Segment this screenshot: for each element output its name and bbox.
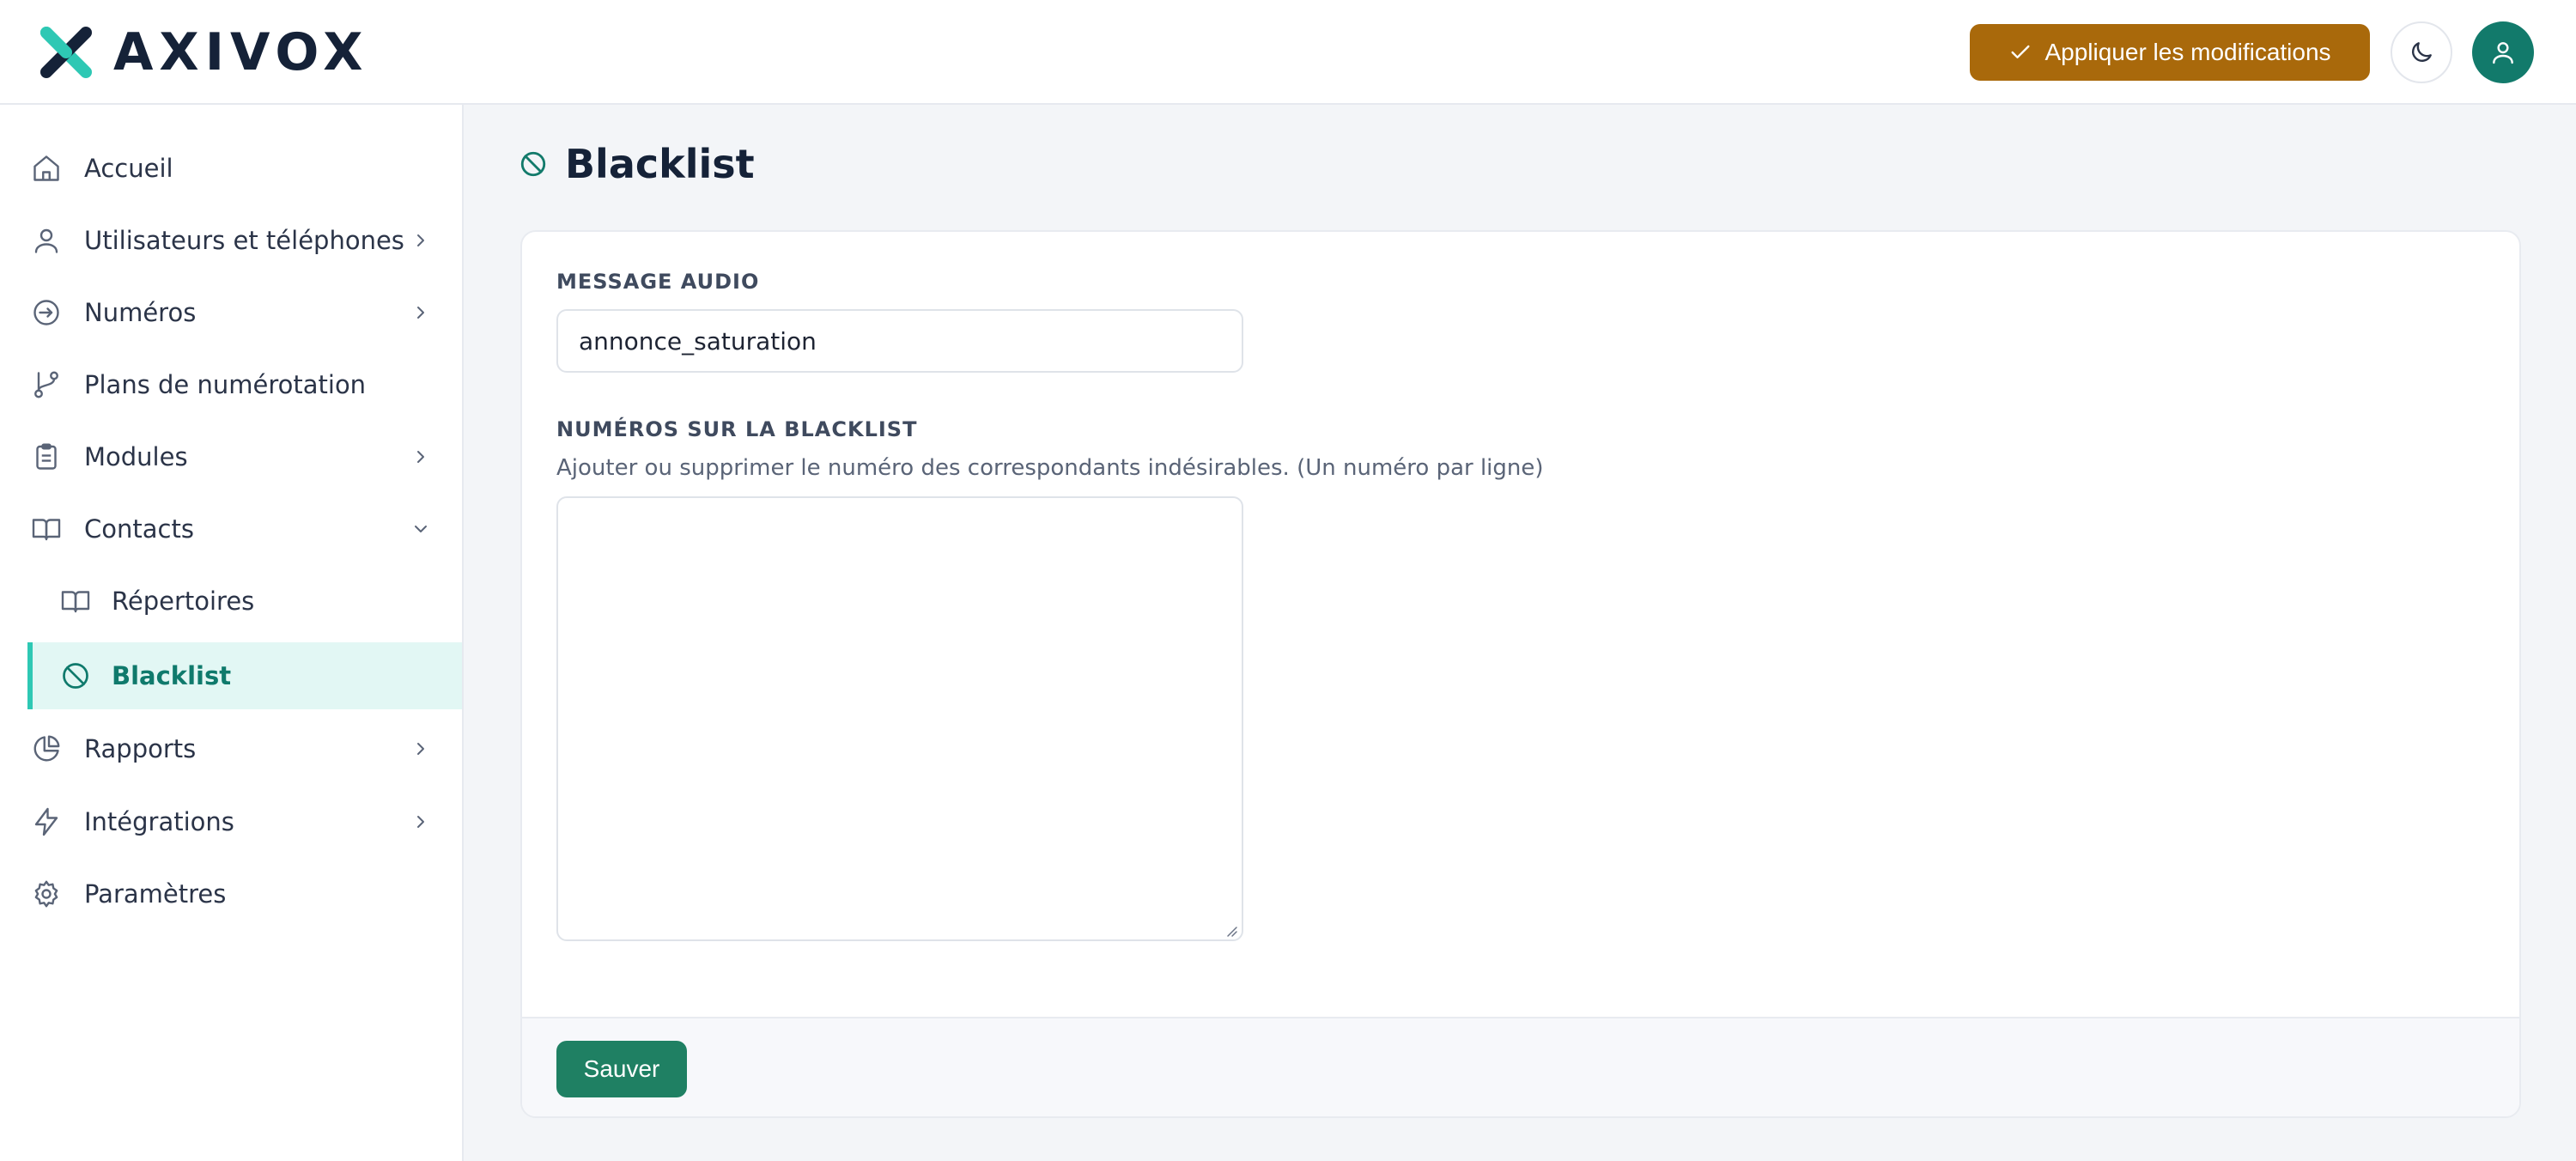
ban-icon (520, 151, 546, 177)
chevron-right-icon (410, 230, 431, 251)
pie-chart-icon (31, 733, 62, 764)
sidebar-item-label: Utilisateurs et téléphones (84, 226, 404, 255)
sidebar-item-repertoires[interactable]: Répertoires (0, 567, 462, 635)
theme-toggle-button[interactable] (2391, 21, 2452, 83)
moon-icon (2412, 42, 2432, 62)
arrow-circle-icon (31, 297, 62, 328)
chevron-right-icon (410, 739, 431, 759)
blacklist-form-card: MESSAGE AUDIO NUMÉROS SUR LA BLACKLIST A… (520, 230, 2521, 1118)
clipboard-icon (31, 441, 62, 472)
git-branch-icon (31, 369, 62, 400)
sidebar: Accueil Utilisateurs et téléphones Numér… (0, 105, 464, 1161)
gear-icon (31, 878, 62, 909)
sidebar-item-contacts[interactable]: Contacts (0, 495, 462, 563)
sidebar-item-modules[interactable]: Modules (0, 422, 462, 491)
sidebar-item-label: Paramètres (84, 879, 227, 909)
sidebar-item-label: Contacts (84, 514, 194, 544)
user-icon (31, 225, 62, 256)
sidebar-item-label: Accueil (84, 154, 173, 183)
sidebar-item-parametres[interactable]: Paramètres (0, 860, 462, 928)
resize-handle-icon[interactable] (1224, 924, 1238, 938)
sidebar-item-utilisateurs[interactable]: Utilisateurs et téléphones (0, 206, 462, 275)
audio-message-label: MESSAGE AUDIO (556, 270, 760, 294)
form-footer: Sauver (522, 1017, 2519, 1116)
sidebar-item-label: Modules (84, 442, 188, 471)
sidebar-item-label: Intégrations (84, 807, 234, 836)
page-header: Blacklist (519, 137, 755, 191)
blacklist-numbers-help: Ajouter ou supprimer le numéro des corre… (556, 455, 1544, 481)
check-icon (2011, 45, 2030, 59)
logo-text: AXIVOX (113, 22, 369, 82)
home-icon (31, 153, 62, 184)
sidebar-item-numeros[interactable]: Numéros (0, 278, 462, 347)
book-open-icon (60, 586, 91, 617)
sidebar-item-blacklist[interactable]: Blacklist (27, 642, 462, 709)
logo[interactable]: AXIVOX (38, 24, 369, 81)
page-title: Blacklist (565, 141, 755, 187)
blacklist-numbers-textarea[interactable] (556, 496, 1243, 941)
user-avatar-button[interactable] (2472, 21, 2534, 83)
user-icon (2493, 42, 2513, 64)
sidebar-item-label: Plans de numérotation (84, 370, 367, 399)
top-header: AXIVOX Appliquer les modifications (0, 0, 2576, 105)
chevron-right-icon (410, 302, 431, 323)
lightning-icon (31, 806, 62, 837)
sidebar-item-accueil[interactable]: Accueil (0, 134, 462, 203)
sidebar-item-plans-numerotation[interactable]: Plans de numérotation (0, 350, 462, 419)
blacklist-numbers-label: NUMÉROS SUR LA BLACKLIST (556, 417, 918, 441)
chevron-right-icon (410, 447, 431, 467)
sidebar-item-label: Blacklist (112, 661, 232, 690)
sidebar-item-integrations[interactable]: Intégrations (0, 787, 462, 856)
save-button[interactable]: Sauver (556, 1041, 687, 1097)
sidebar-item-label: Rapports (84, 734, 197, 763)
chevron-right-icon (410, 811, 431, 832)
chevron-down-icon (410, 519, 431, 539)
sidebar-item-label: Répertoires (112, 587, 255, 616)
apply-changes-label: Appliquer les modifications (2044, 39, 2331, 65)
ban-icon (60, 660, 91, 691)
book-open-icon (31, 514, 62, 544)
axivox-logo-icon (40, 27, 92, 78)
sidebar-item-label: Numéros (84, 298, 197, 327)
audio-message-input[interactable] (556, 309, 1243, 373)
sidebar-item-rapports[interactable]: Rapports (0, 714, 462, 783)
apply-changes-button[interactable]: Appliquer les modifications (1970, 24, 2370, 81)
